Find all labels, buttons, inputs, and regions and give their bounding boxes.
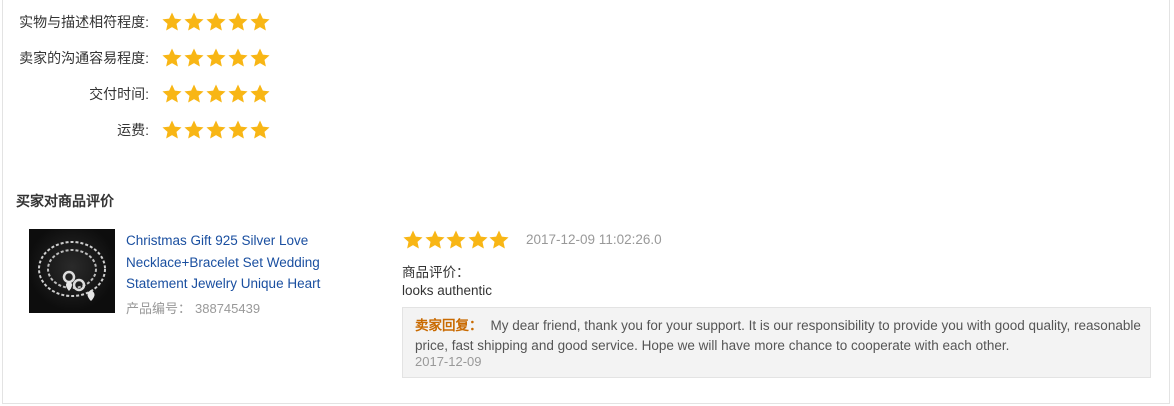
- rating-row-communication: 卖家的沟通容易程度:: [3, 46, 271, 70]
- star-icon: [206, 84, 226, 103]
- product-id-label: 产品编号：: [126, 301, 192, 316]
- star-icon: [206, 48, 226, 67]
- seller-reply-date: 2017-12-09: [415, 354, 482, 369]
- review-date: 2017-12-09 11:02:26.0: [526, 232, 662, 247]
- star-icon: [184, 12, 204, 31]
- rating-label: 运费:: [117, 122, 149, 138]
- star-rating: [161, 119, 271, 141]
- star-rating: [161, 11, 271, 33]
- star-icon: [206, 12, 226, 31]
- star-icon: [184, 84, 204, 103]
- review-star-rating: [402, 229, 510, 251]
- star-icon: [250, 84, 270, 103]
- product-thumbnail[interactable]: [29, 229, 115, 313]
- rating-row-shipping-cost: 运费:: [3, 118, 271, 142]
- product-id: 产品编号： 388745439: [126, 298, 260, 317]
- star-icon: [162, 120, 182, 139]
- star-icon: [250, 48, 270, 67]
- product-id-value: 388745439: [195, 301, 261, 316]
- rating-label: 卖家的沟通容易程度:: [19, 50, 149, 66]
- star-icon: [228, 84, 248, 103]
- rating-label: 实物与描述相符程度:: [19, 14, 149, 30]
- review-text: looks authentic: [402, 283, 493, 298]
- seller-reply-content: 卖家回复： My dear friend, thank you for your …: [415, 316, 1145, 356]
- star-icon: [228, 12, 248, 31]
- star-icon: [184, 48, 204, 67]
- star-icon: [424, 230, 445, 249]
- star-icon: [446, 230, 466, 249]
- rating-row-description: 实物与描述相符程度:: [3, 10, 271, 34]
- seller-reply-box: 卖家回复： My dear friend, thank you for your …: [402, 307, 1151, 378]
- rating-label: 交付时间:: [89, 86, 149, 102]
- review-label: 商品评价：: [402, 265, 470, 280]
- star-icon: [467, 230, 488, 249]
- star-rating: [161, 83, 271, 105]
- seller-reply-label: 卖家回复：: [415, 318, 483, 333]
- star-icon: [228, 120, 248, 139]
- product-title-link[interactable]: Christmas Gift 925 Silver Love Necklace+…: [126, 230, 341, 295]
- star-icon: [250, 120, 270, 139]
- seller-reply-text: My dear friend, thank you for your suppo…: [415, 318, 1141, 353]
- section-title: 买家对商品评价: [16, 193, 114, 209]
- star-rating: [161, 47, 271, 69]
- star-icon: [162, 48, 182, 67]
- star-icon: [228, 48, 248, 67]
- star-icon: [403, 230, 423, 249]
- jewelry-image-icon: [38, 241, 106, 301]
- star-icon: [206, 120, 226, 139]
- rating-row-delivery: 交付时间:: [3, 82, 271, 106]
- star-icon: [489, 230, 509, 249]
- star-icon: [162, 84, 182, 103]
- feedback-panel: 实物与描述相符程度: 卖家的沟通容易程度: 交付时间: 运费: 买家对商品评价 …: [2, 0, 1170, 404]
- star-icon: [184, 120, 204, 139]
- star-icon: [250, 12, 270, 31]
- star-icon: [162, 12, 182, 31]
